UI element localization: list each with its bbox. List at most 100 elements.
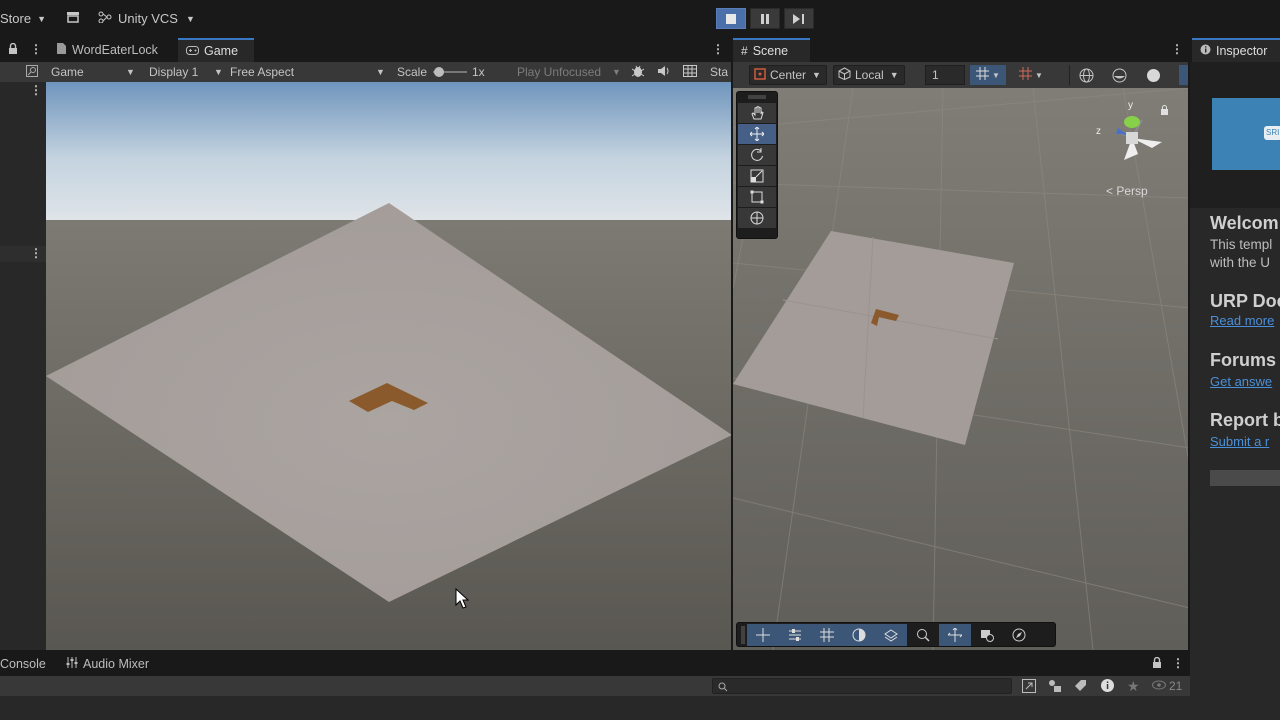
grid-snapping-button[interactable]: ▼ (970, 65, 1006, 85)
search-icon[interactable] (26, 65, 38, 80)
chevron-down-icon[interactable]: ▼ (126, 67, 135, 77)
hand-icon (751, 106, 764, 120)
scale-value: 1x (472, 65, 485, 79)
snap-increment-field[interactable]: 1 (925, 65, 965, 85)
camera-button[interactable] (971, 624, 1003, 646)
section-title: URP Doc (1210, 291, 1280, 311)
space-select[interactable]: Local ▼ (833, 65, 905, 85)
lock-icon[interactable] (1152, 656, 1162, 672)
space-label: Local (855, 68, 884, 82)
grid-icon (820, 627, 834, 642)
more-icon[interactable]: ⋮ (30, 83, 42, 97)
bug-icon[interactable] (631, 64, 645, 81)
section-body: with the U (1210, 255, 1271, 270)
drag-handle-icon[interactable] (739, 625, 747, 644)
navigation-button[interactable] (1003, 624, 1035, 646)
search-icon (917, 628, 930, 642)
submit-report-link[interactable]: Submit a r (1210, 434, 1269, 449)
step-icon (793, 13, 804, 24)
scene-file-icon (56, 42, 67, 58)
view-select[interactable]: Game (51, 65, 84, 79)
wireframe-shading-icon[interactable] (1079, 68, 1094, 86)
pause-button[interactable] (750, 8, 780, 29)
grid-visibility-button[interactable]: ▼ (1013, 65, 1049, 85)
message-count: 21 (1169, 679, 1183, 693)
drag-handle-icon[interactable] (737, 92, 777, 102)
scale-slider-thumb[interactable] (434, 67, 444, 77)
info-icon[interactable] (1100, 678, 1115, 696)
mute-audio-icon[interactable] (657, 65, 671, 80)
more-icon[interactable]: ⋮ (1172, 656, 1184, 670)
pivot-label: Center (770, 68, 807, 82)
inspector-button[interactable] (1210, 470, 1280, 486)
transform-tool-button[interactable] (738, 208, 776, 228)
chevron-down-icon: ▼ (185, 13, 195, 24)
store-menu[interactable]: Store ▼ (0, 11, 46, 26)
scene-toolbar: Center ▼ Local ▼ 1 ▼ ▼ (733, 62, 1190, 88)
chevron-down-icon[interactable]: ▼ (376, 67, 385, 77)
console-search-input[interactable] (712, 678, 1012, 694)
get-answers-link[interactable]: Get answe (1210, 374, 1272, 389)
chevron-down-icon[interactable]: ▼ (214, 67, 223, 77)
mixer-icon (66, 657, 78, 671)
projection-label[interactable]: < Persp (1106, 184, 1148, 198)
hierarchy-panel-edge: ⋮ ⋮ ⋮ (0, 38, 46, 650)
cube-icon (838, 67, 851, 83)
rect-tool-button[interactable] (738, 187, 776, 207)
shaded-wireframe-icon[interactable] (1112, 68, 1127, 86)
play-focus-select[interactable]: Play Unfocused (517, 65, 601, 79)
hand-tool-button[interactable] (738, 103, 776, 123)
tab-label: Scene (752, 44, 789, 58)
camera-icon (981, 629, 994, 642)
section-title: Report b (1210, 410, 1280, 430)
version-control-menu[interactable]: Unity VCS ▼ (98, 11, 195, 26)
view-options-button[interactable] (747, 623, 779, 646)
star-icon[interactable]: ★ (1127, 678, 1140, 695)
package-icon[interactable] (66, 10, 80, 27)
scale-label: Scale (397, 65, 428, 79)
aspect-select[interactable]: Free Aspect (230, 65, 294, 79)
read-more-link[interactable]: Read more (1210, 313, 1274, 328)
stats-grid-icon[interactable] (683, 65, 697, 80)
lock-icon[interactable] (8, 42, 18, 58)
grid-icon (1019, 67, 1033, 83)
chevron-down-icon: ▼ (889, 70, 899, 80)
stats-toggle[interactable]: Sta (710, 65, 728, 79)
lighting-button[interactable] (843, 623, 875, 646)
pivot-select[interactable]: Center ▼ (749, 65, 827, 85)
search-button[interactable] (907, 624, 939, 646)
layers-button[interactable] (779, 623, 811, 646)
more-icon[interactable]: ⋮ (712, 42, 724, 56)
rotate-tool-button[interactable] (738, 145, 776, 165)
scale-tool-button[interactable] (738, 166, 776, 186)
compass-icon (1012, 628, 1026, 641)
gizmos-button[interactable] (939, 623, 971, 646)
chevron-down-icon[interactable]: ▼ (612, 67, 621, 77)
hash-icon: # (741, 44, 748, 58)
lock-icon[interactable] (1160, 104, 1169, 118)
move-tool-button[interactable] (738, 124, 776, 144)
more-icon[interactable]: ⋮ (30, 246, 42, 260)
tab-inspector[interactable]: Inspector (1192, 38, 1280, 62)
tag-icon[interactable] (1074, 679, 1087, 695)
shaded-icon[interactable] (1146, 68, 1161, 86)
grid-button[interactable] (811, 623, 843, 646)
tab-scene[interactable]: # Scene (733, 38, 810, 62)
filter-icon[interactable] (1022, 679, 1036, 696)
collapse-icon[interactable] (1048, 679, 1062, 696)
eye-icon[interactable] (1152, 679, 1166, 693)
rect-icon (750, 190, 764, 204)
tab-game[interactable]: Game (178, 38, 254, 62)
game-viewport[interactable] (46, 82, 732, 650)
tab-wordeaterlock[interactable]: WordEaterLock (48, 38, 166, 62)
display-select[interactable]: Display 1 (149, 65, 198, 79)
play-button[interactable] (716, 8, 746, 29)
more-icon[interactable]: ⋮ (1171, 42, 1183, 56)
effects-button[interactable] (875, 623, 907, 646)
tab-console[interactable]: Console (0, 652, 54, 676)
stop-icon (726, 13, 736, 24)
more-icon[interactable]: ⋮ (30, 42, 42, 56)
tab-audio-mixer[interactable]: Audio Mixer (58, 652, 157, 676)
step-button[interactable] (784, 8, 814, 29)
orientation-gizmo[interactable]: y z < Persp (1090, 98, 1170, 208)
